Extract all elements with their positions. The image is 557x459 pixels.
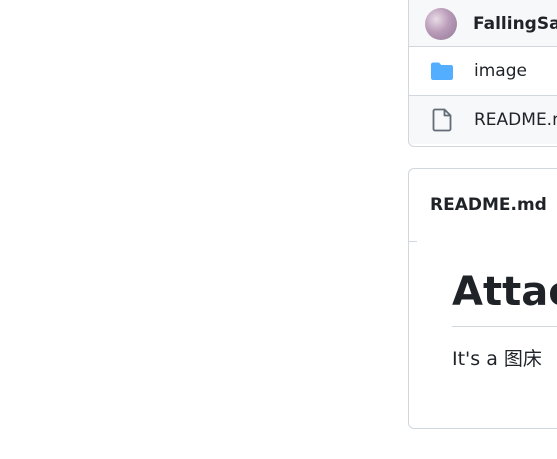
readme-content: Attac It's a 图床 bbox=[452, 264, 557, 373]
file-icon bbox=[429, 108, 454, 133]
readme-header: README.md bbox=[409, 169, 557, 241]
file-name[interactable]: README.md bbox=[474, 110, 557, 130]
file-row-image[interactable]: image bbox=[409, 47, 557, 96]
file-row-readme[interactable]: README.md bbox=[409, 96, 557, 144]
folder-icon bbox=[429, 59, 454, 84]
commit-author[interactable]: FallingSak bbox=[473, 14, 557, 34]
file-name[interactable]: image bbox=[474, 61, 527, 81]
latest-commit-row: FallingSak bbox=[409, 0, 557, 47]
readme-heading: Attac bbox=[452, 264, 557, 327]
page: FallingSak image README.md README.md bbox=[0, 0, 557, 459]
readme-paragraph: It's a 图床 bbox=[452, 348, 542, 370]
file-browser: FallingSak image README.md bbox=[408, 0, 557, 147]
readme-header-divider bbox=[409, 241, 417, 242]
readme-header-title[interactable]: README.md bbox=[430, 195, 547, 215]
readme-panel: README.md Attac It's a 图床 bbox=[408, 168, 557, 429]
avatar[interactable] bbox=[425, 7, 457, 40]
